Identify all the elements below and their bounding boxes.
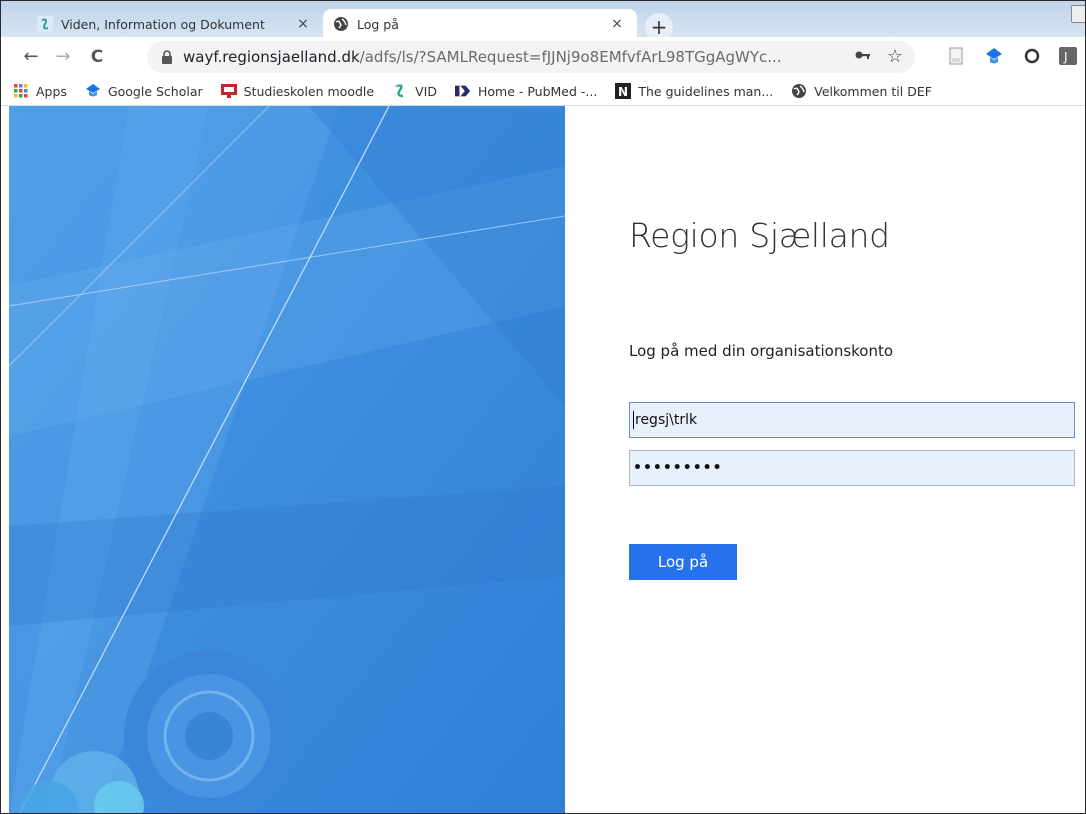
- bookmark-label: VID: [415, 83, 437, 99]
- notion-icon: N: [615, 83, 632, 99]
- bookmark-velkommen[interactable]: Velkommen til DEF: [791, 83, 932, 99]
- reload-button[interactable]: C: [85, 45, 109, 69]
- tab-title: Log på: [357, 16, 399, 32]
- apps-grid-icon: [13, 83, 29, 99]
- bookmark-label: Google Scholar: [107, 83, 203, 99]
- background-illustration: [9, 106, 565, 813]
- svg-text:J: J: [1063, 50, 1068, 64]
- bookmark-google-scholar[interactable]: Google Scholar: [85, 83, 203, 99]
- back-button[interactable]: ←: [19, 45, 43, 69]
- tab-title: Viden, Information og Dokument: [61, 16, 265, 32]
- globe-icon: [333, 16, 349, 32]
- moodle-icon: [220, 83, 237, 99]
- browser-window: Viden, Information og Dokument × Log på …: [0, 0, 1086, 814]
- pubmed-icon: [454, 83, 471, 99]
- tab-close-icon[interactable]: ×: [607, 16, 627, 32]
- bookmark-vid[interactable]: VID: [392, 83, 437, 99]
- tab-strip: Viden, Information og Dokument × Log på …: [1, 1, 1085, 41]
- bookmark-label: The guidelines man...: [638, 83, 774, 99]
- bookmark-studieskolen-moodle[interactable]: Studieskolen moodle: [220, 83, 375, 99]
- tab-viden[interactable]: Viden, Information og Dokument ×: [27, 9, 323, 39]
- text-caret: [633, 411, 634, 429]
- url-host: wayf.regionsjaelland.dk: [183, 48, 360, 66]
- bookmark-label: Studieskolen moodle: [243, 83, 375, 99]
- login-instruction: Log på med din organisationskonto: [629, 342, 894, 360]
- svg-text:N: N: [618, 85, 628, 99]
- bookmark-label: Velkommen til DEF: [814, 83, 932, 99]
- tab-close-icon[interactable]: ×: [293, 16, 313, 32]
- bookmark-star-icon[interactable]: ☆: [887, 46, 903, 67]
- bookmark-label: Home - PubMed -...: [477, 83, 598, 99]
- window-control-icon[interactable]: [1071, 5, 1085, 23]
- page-content: Region Sjælland Log på med din organisat…: [1, 106, 1085, 813]
- vid-favicon-icon: [37, 16, 53, 32]
- circle-extension-icon[interactable]: [1023, 47, 1041, 65]
- page-extension-icon[interactable]: [947, 47, 965, 65]
- bookmark-apps[interactable]: Apps: [13, 83, 67, 99]
- bookmark-guidelines[interactable]: N The guidelines man...: [615, 83, 773, 99]
- address-bar[interactable]: wayf.regionsjaelland.dk /adfs/ls/?SAMLRe…: [147, 41, 915, 73]
- scholar-extension-icon[interactable]: [985, 47, 1003, 65]
- bookmarks-bar: Apps Google Scholar Studieskolen moodle …: [1, 77, 1085, 106]
- bookmark-label: Apps: [36, 83, 67, 99]
- profile-extension-icon[interactable]: J: [1059, 47, 1077, 65]
- password-field[interactable]: •••••••••: [629, 450, 1075, 486]
- password-value: •••••••••: [633, 460, 723, 476]
- scholar-cap-icon: [85, 83, 101, 99]
- url-path: /adfs/ls/?SAMLRequest=fJJNj9o8EMfvfArL98…: [359, 48, 782, 66]
- sign-in-button[interactable]: Log på: [629, 544, 737, 580]
- browser-toolbar: ← → C wayf.regionsjaelland.dk /adfs/ls/?…: [1, 37, 1085, 77]
- organization-name: Region Sjælland: [629, 216, 890, 255]
- forward-button[interactable]: →: [51, 45, 75, 69]
- username-value: regsj\trlk: [635, 412, 698, 428]
- globe-icon: [791, 83, 807, 99]
- lock-icon: [161, 50, 173, 64]
- bookmark-pubmed[interactable]: Home - PubMed -...: [454, 83, 598, 99]
- tab-log-pa[interactable]: Log på ×: [323, 9, 637, 39]
- vid-icon: [392, 83, 408, 99]
- username-field[interactable]: regsj\trlk: [629, 402, 1075, 438]
- key-icon[interactable]: [855, 49, 871, 64]
